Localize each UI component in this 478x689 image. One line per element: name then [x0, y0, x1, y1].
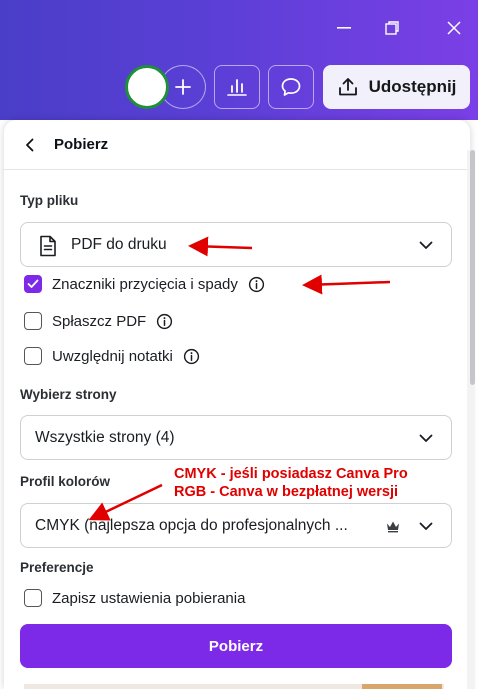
annotation-arrow [88, 483, 163, 521]
annotation-arrow [188, 236, 253, 257]
annotation-arrows [88, 236, 391, 521]
annotation-arrow [302, 274, 391, 295]
